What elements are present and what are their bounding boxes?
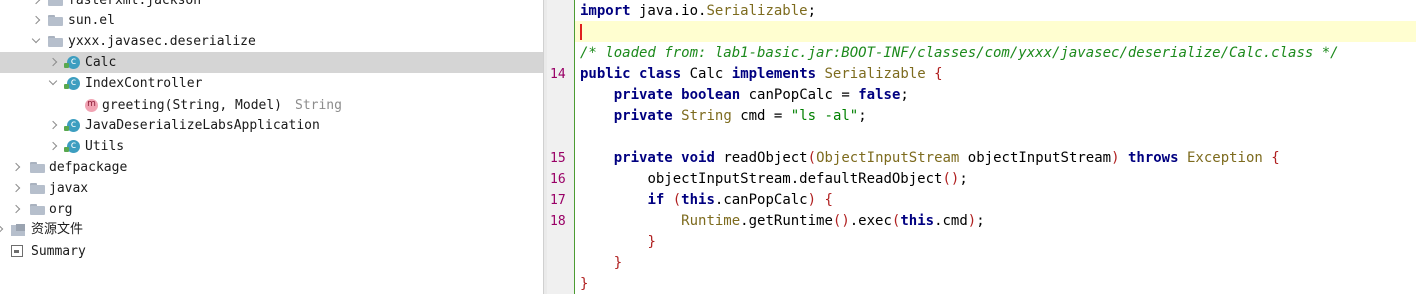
chevron-right-icon[interactable] [48,52,60,73]
code-line-method-decl: private void readObject(ObjectInputStrea… [613,150,1280,166]
code-line-field-canpopcalc: private boolean canPopCalc = false; [613,87,909,103]
tree-item-yxxx-javasec-deserialize[interactable]: yxxx.javasec.deserialize [0,31,543,52]
code-line-close-if: } [647,234,656,250]
package-icon [48,0,63,6]
tree-item-label: defpackage [49,160,128,175]
text-caret [580,24,582,40]
method-return-type: String [295,98,342,113]
code-line-if: if (this.canPopCalc) { [647,192,833,208]
chevron-right-icon[interactable] [11,178,23,199]
tree-item-greeting-method[interactable]: greeting(String, Model) String [0,94,543,116]
line-number: 17 [550,193,566,208]
line-number: 15 [550,151,566,166]
code-line-exec: Runtime.getRuntime().exec(this.cmd); [681,213,985,229]
tree-item-resources[interactable]: 资源文件 [0,219,543,240]
tree-item-label: javax [49,181,89,196]
chevron-right-icon[interactable] [31,10,43,31]
tree-item-org[interactable]: org [0,199,543,220]
code-line-field-cmd: private String cmd = "ls -al"; [613,108,867,124]
package-icon [48,15,63,26]
tree-item-label: sun.el [68,13,115,28]
tree-item-javadeserializelabsapplication[interactable]: JavaDeserializeLabsApplication [0,114,543,136]
package-icon [30,183,45,194]
code-line-class-decl: public class Calc implements Serializabl… [580,66,943,82]
package-icon [30,204,45,215]
tree-item-calc[interactable]: Calc [0,51,543,73]
tree-item-label: yxxx.javasec.deserialize [68,34,256,49]
chevron-down-icon[interactable] [31,31,43,52]
chevron-down-icon[interactable] [48,73,60,94]
tree-item-label: JavaDeserializeLabsApplication [85,118,320,133]
tree-item-label: greeting(String, Model) [102,98,283,113]
line-number: 16 [550,172,566,187]
current-line-highlight [575,21,1416,42]
class-icon [64,114,80,135]
tree-item-utils[interactable]: Utils [0,135,543,157]
project-tree: fasterxml.jackson sun.el yxxx.javasec.de… [0,0,543,294]
tree-item-indexcontroller[interactable]: IndexController [0,72,543,94]
editor-gutter [547,0,574,294]
chevron-right-icon[interactable] [0,219,6,240]
code-line-close-class: } [580,276,589,292]
tree-item-defpackage[interactable]: defpackage [0,157,543,178]
tree-item-label: Summary [31,244,86,259]
chevron-right-icon[interactable] [11,157,23,178]
tree-item-label: IndexController [85,76,203,91]
code-line-default-read: objectInputStream.defaultReadObject(); [647,171,968,187]
chevron-right-icon[interactable] [48,136,60,157]
chevron-right-icon[interactable] [11,199,23,220]
class-icon [64,51,80,72]
package-icon [48,36,63,47]
resource-folder-icon [11,224,25,236]
tree-item-summary[interactable]: Summary [0,241,543,262]
tree-item-label: 资源文件 [31,222,84,237]
class-icon [64,135,80,156]
code-line-comment: /* loaded from: lab1-basic.jar:BOOT-INF/… [580,45,1339,61]
class-icon [64,72,80,93]
tree-item-label: Utils [85,139,125,154]
line-number: 14 [550,67,566,82]
tree-item-javax[interactable]: javax [0,178,543,199]
line-number: 18 [550,214,566,229]
summary-icon [11,245,23,257]
tree-item-sun-el[interactable]: sun.el [0,10,543,31]
chevron-right-icon[interactable] [48,115,60,136]
tree-item-label: org [49,202,73,217]
code-line-import: import java.io.Serializable; [580,3,817,19]
code-line-close-method: } [613,255,623,271]
package-icon [30,162,45,173]
method-icon [85,94,98,115]
tree-item-label: Calc [85,55,117,70]
